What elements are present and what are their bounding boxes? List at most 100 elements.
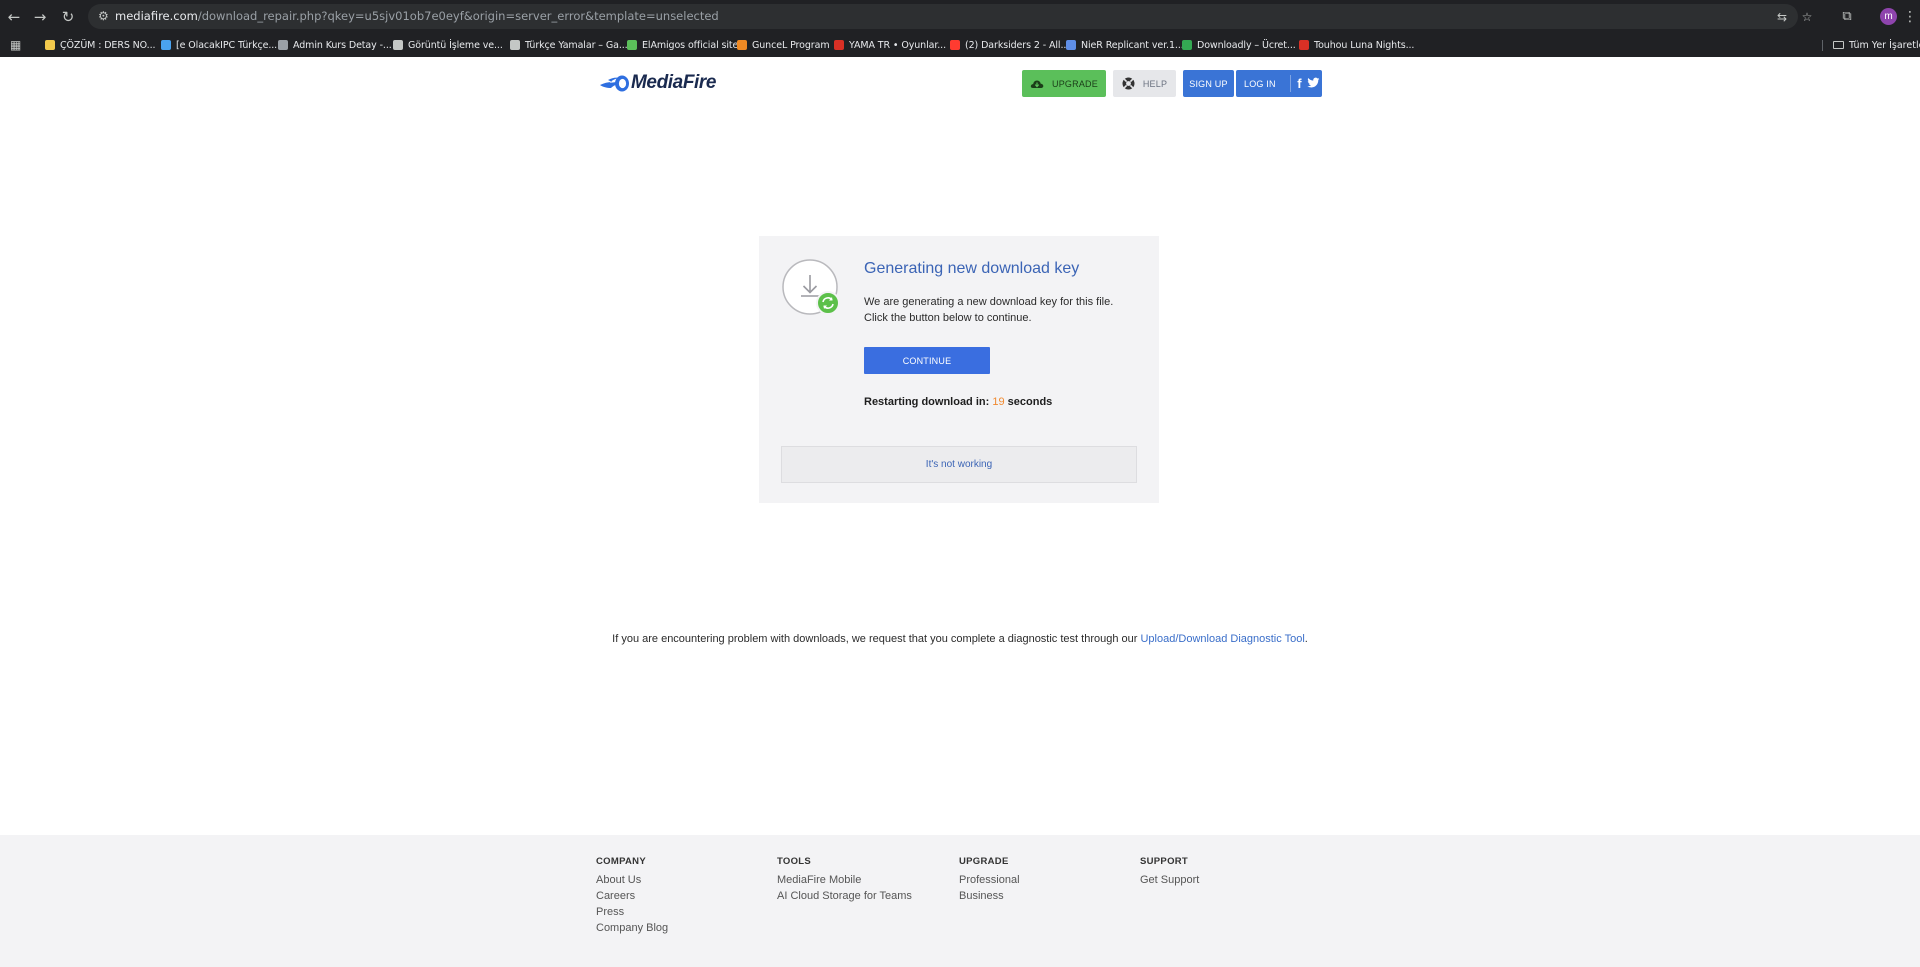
- footer-link[interactable]: Careers: [596, 888, 668, 904]
- login-divider: [1290, 75, 1291, 92]
- footer-heading: SUPPORT: [1140, 856, 1189, 867]
- folder-icon: [1833, 41, 1844, 49]
- bookmark-item[interactable]: Downloadly – Ücret...: [1182, 37, 1296, 53]
- extensions-icon[interactable]: ⧉: [1836, 6, 1858, 28]
- bookmark-favicon-icon: [45, 40, 55, 50]
- forward-arrow-icon[interactable]: →: [29, 6, 51, 28]
- signup-button[interactable]: SIGN UP: [1183, 70, 1234, 97]
- footer-link[interactable]: Business: [959, 888, 1020, 904]
- bookmark-favicon-icon: [1299, 40, 1309, 50]
- bookmark-star-icon[interactable]: ☆: [1798, 8, 1816, 26]
- diagnostic-tool-link[interactable]: Upload/Download Diagnostic Tool: [1140, 633, 1304, 645]
- bookmark-item[interactable]: (2) Darksiders 2 - All...: [950, 37, 1069, 53]
- bookmark-favicon-icon: [737, 40, 747, 50]
- footer-link[interactable]: AI Cloud Storage for Teams: [777, 888, 912, 904]
- footer-link[interactable]: Get Support: [1140, 872, 1199, 888]
- bookmark-item[interactable]: [e OlacakIPC Türkçe...: [161, 37, 277, 53]
- bookmark-item[interactable]: GunceL Program: [737, 37, 830, 53]
- bookmark-favicon-icon: [950, 40, 960, 50]
- url-path: /download_repair.php?qkey=u5sjv01ob7e0ey…: [197, 9, 719, 23]
- browser-toolbar: ← → ↻ ⚙ mediafire.com/download_repair.ph…: [0, 0, 1920, 33]
- bookmark-item[interactable]: Touhou Luna Nights...: [1299, 37, 1414, 53]
- card-message: We are generating a new download key for…: [864, 294, 1144, 326]
- footer-link[interactable]: Press: [596, 904, 668, 920]
- footer-column-company: COMPANY About Us Careers Press Company Blog: [596, 856, 668, 936]
- restart-suffix: seconds: [1007, 396, 1053, 408]
- card-title: Generating new download key: [864, 260, 1080, 277]
- bookmark-item[interactable]: ElAmigos official site: [627, 37, 738, 53]
- help-label: HELP: [1142, 78, 1168, 89]
- footer-link[interactable]: About Us: [596, 872, 668, 888]
- footer-column-support: SUPPORT Get Support: [1140, 856, 1199, 888]
- bookmark-label: Admin Kurs Detay -...: [293, 39, 392, 51]
- help-button[interactable]: HELP: [1113, 70, 1176, 97]
- login-label: LOG IN: [1244, 78, 1276, 89]
- bookmarks-bar: ▦ ÇÖZÜM : DERS NO... [e OlacakIPC Türkçe.…: [0, 33, 1920, 57]
- bookmark-label: Türkçe Yamalar – Ga...: [525, 39, 628, 51]
- restart-countdown: Restarting download in: 19 seconds: [864, 396, 1052, 408]
- upgrade-cloud-icon: [1030, 80, 1044, 88]
- profile-avatar[interactable]: m: [1880, 8, 1897, 25]
- footer-column-upgrade: UPGRADE Professional Business: [959, 856, 1020, 904]
- site-settings-icon[interactable]: ⚙: [98, 7, 114, 25]
- bookmark-item[interactable]: NieR Replicant ver.1...: [1066, 37, 1184, 53]
- bookmark-label: Downloadly – Ücret...: [1197, 39, 1296, 51]
- bookmark-item[interactable]: ÇÖZÜM : DERS NO...: [45, 37, 156, 53]
- bookmark-label: Touhou Luna Nights...: [1314, 39, 1415, 51]
- bookmark-label: (2) Darksiders 2 - All...: [965, 39, 1070, 51]
- not-working-button[interactable]: It's not working: [781, 446, 1137, 483]
- login-button[interactable]: LOG IN f: [1236, 70, 1322, 97]
- restart-prefix: Restarting download in:: [864, 396, 990, 408]
- bookmark-label: Görüntü İşleme ve...: [408, 39, 503, 51]
- bookmark-label: GunceL Program: [752, 39, 830, 51]
- not-working-label: It's not working: [925, 459, 993, 470]
- mediafire-flame-icon: [600, 75, 629, 92]
- card-message-line2: Click the button below to continue.: [864, 312, 1032, 324]
- download-refresh-icon: [782, 259, 840, 315]
- lifebuoy-icon: [1122, 77, 1135, 90]
- footer-link[interactable]: MediaFire Mobile: [777, 872, 912, 888]
- all-bookmarks-folder[interactable]: Tüm Yer İşaretleri: [1833, 37, 1920, 53]
- bookmark-label: ÇÖZÜM : DERS NO...: [60, 39, 156, 51]
- all-bookmarks-label: Tüm Yer İşaretleri: [1849, 39, 1920, 51]
- facebook-icon[interactable]: f: [1293, 76, 1306, 91]
- bookmark-label: ElAmigos official site: [642, 39, 739, 51]
- logo-text: MediaFire: [631, 72, 717, 93]
- translate-icon[interactable]: ⇆: [1773, 8, 1791, 26]
- continue-label: CONTINUE: [902, 355, 952, 366]
- bookmark-favicon-icon: [627, 40, 637, 50]
- card-message-line1: We are generating a new download key for…: [864, 296, 1114, 308]
- continue-button[interactable]: CONTINUE: [864, 347, 990, 374]
- restart-seconds: 19: [992, 396, 1005, 408]
- download-key-card: Generating new download key We are gener…: [759, 236, 1159, 503]
- reload-icon[interactable]: ↻: [57, 6, 79, 28]
- bookmark-item[interactable]: Türkçe Yamalar – Ga...: [510, 37, 628, 53]
- bookmark-label: [e OlacakIPC Türkçe...: [176, 39, 278, 51]
- diagnostic-notice: If you are encountering problem with dow…: [0, 633, 1920, 645]
- diagnostic-trailing: .: [1304, 633, 1308, 645]
- bookmark-favicon-icon: [1066, 40, 1076, 50]
- bookmark-label: YAMA TR • Oyunlar...: [849, 39, 947, 51]
- footer-heading: UPGRADE: [959, 856, 1009, 867]
- bookmark-item[interactable]: Admin Kurs Detay -...: [278, 37, 392, 53]
- bookmark-item[interactable]: YAMA TR • Oyunlar...: [834, 37, 946, 53]
- url-host: mediafire.com: [115, 9, 198, 23]
- footer-link[interactable]: Professional: [959, 872, 1020, 888]
- bookmark-favicon-icon: [393, 40, 403, 50]
- address-bar[interactable]: ⚙ mediafire.com/download_repair.php?qkey…: [88, 4, 1812, 29]
- url-text[interactable]: mediafire.com/download_repair.php?qkey=u…: [115, 9, 719, 23]
- back-arrow-icon[interactable]: ←: [3, 6, 25, 28]
- browser-menu-icon[interactable]: ⋮: [1903, 6, 1917, 28]
- site-footer: COMPANY About Us Careers Press Company Blog T…: [0, 835, 1920, 967]
- bookmark-label: NieR Replicant ver.1...: [1081, 39, 1184, 51]
- bookmark-item[interactable]: Görüntü İşleme ve...: [393, 37, 503, 53]
- footer-link[interactable]: Company Blog: [596, 920, 668, 936]
- footer-heading: TOOLS: [777, 856, 812, 867]
- footer-column-tools: TOOLS MediaFire Mobile AI Cloud Storage fo…: [777, 856, 912, 904]
- upgrade-button[interactable]: UPGRADE: [1022, 70, 1106, 97]
- bookmark-favicon-icon: [834, 40, 844, 50]
- mediafire-logo[interactable]: MediaFire: [598, 71, 716, 95]
- apps-grid-icon[interactable]: ▦: [10, 37, 26, 53]
- bookmark-favicon-icon: [510, 40, 520, 50]
- twitter-icon[interactable]: [1307, 77, 1320, 89]
